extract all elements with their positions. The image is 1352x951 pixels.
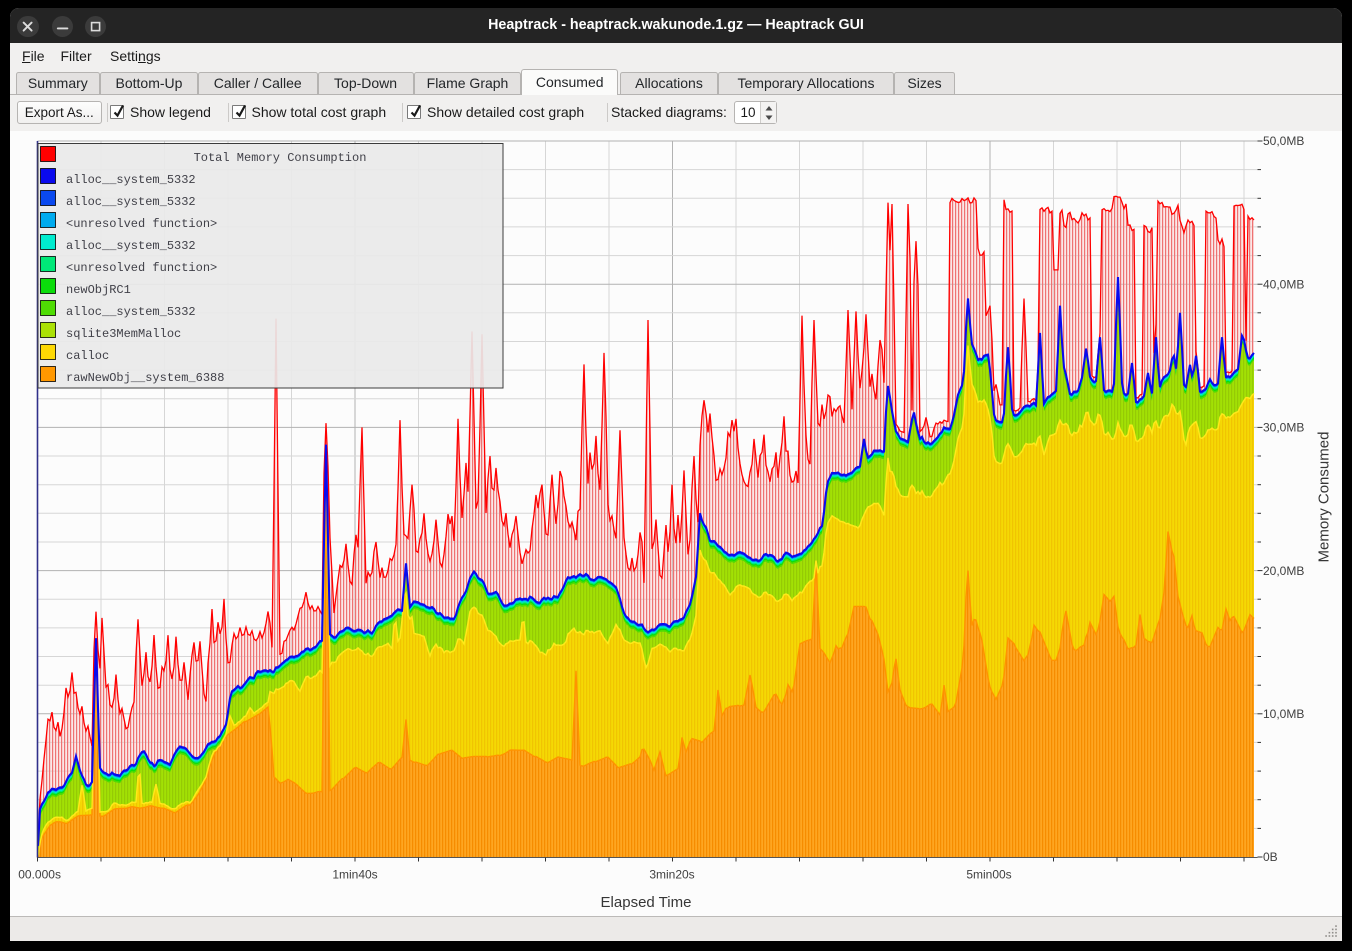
svg-text:Memory Consumed: Memory Consumed [1316, 432, 1333, 563]
svg-text:20,0MB: 20,0MB [1263, 564, 1304, 578]
svg-text:sqlite3MemMalloc: sqlite3MemMalloc [66, 327, 181, 341]
svg-text:alloc__system_5332: alloc__system_5332 [66, 195, 196, 209]
svg-text:rawNewObj__system_6388: rawNewObj__system_6388 [66, 371, 224, 385]
svg-text:10,0MB: 10,0MB [1263, 707, 1304, 721]
svg-text:Total Memory Consumption: Total Memory Consumption [194, 151, 367, 165]
svg-text:0B: 0B [1263, 850, 1278, 864]
svg-text:<unresolved function>: <unresolved function> [66, 261, 217, 275]
svg-text:<unresolved function>: <unresolved function> [66, 217, 217, 231]
svg-text:alloc__system_5332: alloc__system_5332 [66, 305, 196, 319]
svg-text:calloc: calloc [66, 349, 109, 363]
svg-text:newObjRC1: newObjRC1 [66, 283, 131, 297]
svg-text:5min00s: 5min00s [966, 868, 1011, 882]
svg-text:Elapsed Time: Elapsed Time [601, 894, 692, 911]
svg-text:alloc__system_5332: alloc__system_5332 [66, 173, 196, 187]
svg-text:00.000s: 00.000s [18, 868, 61, 882]
svg-text:alloc__system_5332: alloc__system_5332 [66, 239, 196, 253]
svg-text:3min20s: 3min20s [649, 868, 694, 882]
svg-text:40,0MB: 40,0MB [1263, 277, 1304, 291]
svg-text:50,0MB: 50,0MB [1263, 134, 1304, 148]
svg-text:1min40s: 1min40s [332, 868, 377, 882]
svg-text:30,0MB: 30,0MB [1263, 421, 1304, 435]
